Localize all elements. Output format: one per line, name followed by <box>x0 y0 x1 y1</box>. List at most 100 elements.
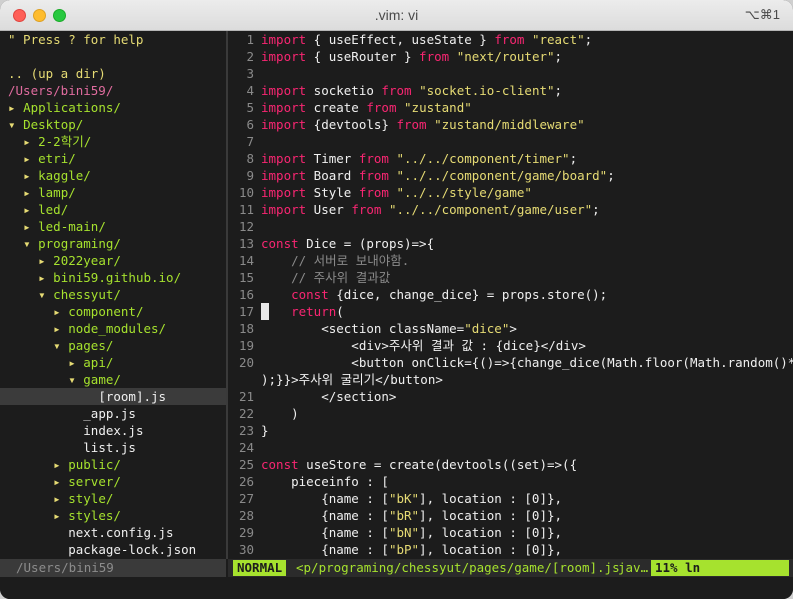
tree-collapsed-icon[interactable]: ▸ <box>23 151 38 166</box>
tree-item-label: led/ <box>38 202 69 217</box>
file-tree[interactable]: " Press ? for help .. (up a dir) /Users/… <box>0 31 226 558</box>
command-line[interactable] <box>0 577 793 599</box>
tree-expanded-icon[interactable]: ▾ <box>8 117 23 132</box>
tree-dir-item[interactable]: ▾ programing/ <box>0 235 226 252</box>
code-line[interactable]: pieceinfo : [ <box>261 473 793 490</box>
tree-collapsed-icon[interactable]: ▸ <box>8 100 23 115</box>
tree-dir-item[interactable]: ▸ lamp/ <box>0 184 226 201</box>
tree-dir-item[interactable]: ▾ game/ <box>0 371 226 388</box>
tree-dir-item[interactable]: ▸ component/ <box>0 303 226 320</box>
code-line[interactable]: {name : ["bR"], location : [0]}, <box>261 507 793 524</box>
tree-expanded-icon[interactable]: ▾ <box>53 338 68 353</box>
tree-dir-item[interactable]: ▾ Desktop/ <box>0 116 226 133</box>
tree-item-label: package-lock.json <box>68 542 197 557</box>
line-number: 16 <box>238 287 254 302</box>
tree-collapsed-icon[interactable]: ▸ <box>53 304 68 319</box>
code-line[interactable] <box>261 439 793 456</box>
tree-collapsed-icon[interactable]: ▸ <box>53 474 68 489</box>
tree-file-item[interactable]: [room].js <box>0 388 226 405</box>
tree-dir-item[interactable]: ▸ Applications/ <box>0 99 226 116</box>
tree-expanded-icon[interactable]: ▾ <box>68 372 83 387</box>
code-line[interactable]: <div>주사위 결과 값 : {dice}</div> <box>261 337 793 354</box>
tree-dir-item[interactable]: ▸ 2-2학기/ <box>0 133 226 150</box>
tree-dir-item[interactable]: ▸ bini59.github.io/ <box>0 269 226 286</box>
editor-pane[interactable]: 1 2 3 4 5 6 7 8 9 10 11 12 13 14 15 16 17 18 19 20 21 22 23 24 2… <box>228 31 793 559</box>
tree-collapsed-icon[interactable]: ▸ <box>23 168 38 183</box>
code-line[interactable]: import create from "zustand" <box>261 99 793 116</box>
tree-expanded-icon[interactable]: ▾ <box>23 236 38 251</box>
tree-item-label: style/ <box>68 491 114 506</box>
tree-dir-item[interactable]: ▸ 2022year/ <box>0 252 226 269</box>
tree-file-item[interactable]: _app.js <box>0 405 226 422</box>
code-line[interactable]: {name : ["bK"], location : [0]}, <box>261 490 793 507</box>
code-line[interactable]: );}}>주사위 굴리기</button> <box>261 371 793 388</box>
tree-collapsed-icon[interactable]: ▸ <box>53 321 68 336</box>
tree-collapsed-icon[interactable]: ▸ <box>53 457 68 472</box>
code-line[interactable]: <section className="dice"> <box>261 320 793 337</box>
nerdtree-pane[interactable]: " Press ? for help .. (up a dir) /Users/… <box>0 31 226 559</box>
tree-help-text: " Press ? for help <box>8 32 144 47</box>
tree-item-label: Applications/ <box>23 100 121 115</box>
code-line[interactable]: } <box>261 422 793 439</box>
line-number: 25 <box>238 457 254 472</box>
code-line[interactable]: import { useEffect, useState } from "rea… <box>261 31 793 48</box>
tree-dir-item[interactable]: ▸ led/ <box>0 201 226 218</box>
code-line[interactable] <box>261 133 793 150</box>
tree-collapsed-icon[interactable]: ▸ <box>53 508 68 523</box>
code-line[interactable]: ) <box>261 405 793 422</box>
tree-item-label: [room].js <box>98 389 167 404</box>
tree-dir-item[interactable]: ▸ public/ <box>0 456 226 473</box>
code-line[interactable]: import { useRouter } from "next/router"; <box>261 48 793 65</box>
line-number: 4 <box>246 83 254 98</box>
code-line[interactable]: // 주사위 결과값 <box>261 269 793 286</box>
tree-dir-item[interactable]: ▾ pages/ <box>0 337 226 354</box>
tree-collapsed-icon[interactable]: ▸ <box>68 355 83 370</box>
code-line[interactable]: import Board from "../../component/game/… <box>261 167 793 184</box>
line-number: 8 <box>246 151 254 166</box>
tree-dir-item[interactable]: ▸ kaggle/ <box>0 167 226 184</box>
tree-dir-item[interactable]: ▸ styles/ <box>0 507 226 524</box>
code-line[interactable]: import Timer from "../../component/timer… <box>261 150 793 167</box>
tree-dir-item[interactable]: ▸ etri/ <box>0 150 226 167</box>
code-line[interactable]: return( <box>261 303 793 320</box>
code-line[interactable]: import socketio from "socket.io-client"; <box>261 82 793 99</box>
tree-file-item[interactable]: list.js <box>0 439 226 456</box>
code-line[interactable]: // 서버로 보내야함. <box>261 252 793 269</box>
tree-file-item[interactable]: index.js <box>0 422 226 439</box>
tree-dir-item[interactable]: ▾ chessyut/ <box>0 286 226 303</box>
line-number: 22 <box>238 406 254 421</box>
tree-collapsed-icon[interactable]: ▸ <box>53 491 68 506</box>
code-line[interactable]: import User from "../../component/game/u… <box>261 201 793 218</box>
code-line[interactable]: const useStore = create(devtools((set)=>… <box>261 456 793 473</box>
tree-collapsed-icon[interactable]: ▸ <box>38 270 53 285</box>
tree-dir-item[interactable]: ▸ led-main/ <box>0 218 226 235</box>
tree-collapsed-icon[interactable]: ▸ <box>38 253 53 268</box>
tree-item-label: chessyut/ <box>53 287 121 302</box>
tree-up-dir[interactable]: .. (up a dir) <box>0 65 226 82</box>
code-line[interactable]: import {devtools} from "zustand/middlewa… <box>261 116 793 133</box>
code-line[interactable]: const {dice, change_dice} = props.store(… <box>261 286 793 303</box>
code-line[interactable]: <button onClick={()=>{change_dice(Math.f… <box>261 354 793 371</box>
tree-collapsed-icon[interactable]: ▸ <box>23 134 38 149</box>
tree-dir-item[interactable]: ▸ server/ <box>0 473 226 490</box>
line-number: 18 <box>238 321 254 336</box>
code-buffer[interactable]: import { useEffect, useState } from "rea… <box>261 31 793 558</box>
tree-collapsed-icon[interactable]: ▸ <box>23 219 38 234</box>
code-line[interactable] <box>261 218 793 235</box>
tree-file-item[interactable]: package-lock.json <box>0 541 226 558</box>
tree-expanded-icon[interactable]: ▾ <box>38 287 53 302</box>
tree-collapsed-icon[interactable]: ▸ <box>23 185 38 200</box>
tree-dir-item[interactable]: ▸ node_modules/ <box>0 320 226 337</box>
tree-item-label: led-main/ <box>38 219 106 234</box>
tree-file-item[interactable]: next.config.js <box>0 524 226 541</box>
tree-dir-item[interactable]: ▸ api/ <box>0 354 226 371</box>
code-line[interactable] <box>261 65 793 82</box>
tree-collapsed-icon[interactable]: ▸ <box>23 202 38 217</box>
code-line[interactable]: import Style from "../../style/game" <box>261 184 793 201</box>
line-number: 5 <box>246 100 254 115</box>
code-line[interactable]: {name : ["bP"], location : [0]}, <box>261 541 793 558</box>
code-line[interactable]: </section> <box>261 388 793 405</box>
code-line[interactable]: {name : ["bN"], location : [0]}, <box>261 524 793 541</box>
tree-dir-item[interactable]: ▸ style/ <box>0 490 226 507</box>
code-line[interactable]: const Dice = (props)=>{ <box>261 235 793 252</box>
